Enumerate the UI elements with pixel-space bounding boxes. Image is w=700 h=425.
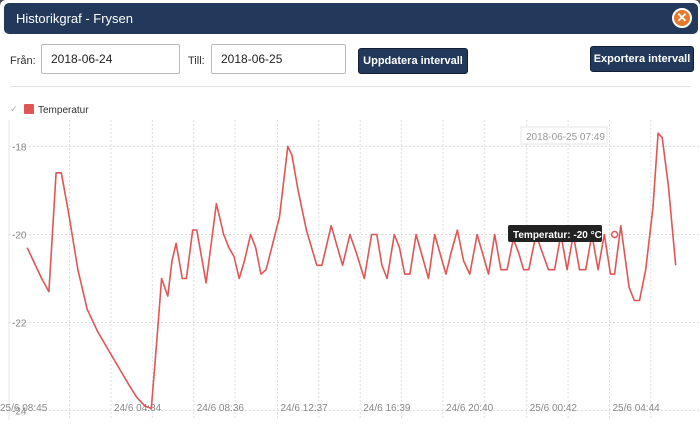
x-tick-label: 24/6 16:39 xyxy=(363,403,411,414)
y-tick-label: -18 xyxy=(12,142,27,153)
x-tick-label: 24/6 20:40 xyxy=(446,403,494,414)
toolbar-divider xyxy=(10,86,690,87)
date-range-toolbar: Från: Till: Uppdatera intervall Exporter… xyxy=(0,38,700,86)
close-icon[interactable]: ✕ xyxy=(672,8,692,28)
highlight-point xyxy=(610,230,619,239)
y-tick-label: -22 xyxy=(12,319,27,330)
legend-series-label: Temperatur xyxy=(38,105,89,116)
from-date-input[interactable] xyxy=(41,44,180,74)
to-label: Till: xyxy=(188,55,205,67)
legend-check-icon: ✓ xyxy=(10,104,18,114)
history-dialog: Historikgraf - Frysen ✕ Från: Till: Uppd… xyxy=(0,0,700,425)
x-tick-label: 25/6 00:42 xyxy=(530,403,578,414)
x-tick-label: 25/6 04:44 xyxy=(612,403,660,414)
dialog-titlebar: Historikgraf - Frysen ✕ xyxy=(4,3,698,34)
series-line-temperatur xyxy=(26,132,677,410)
tooltip: 2018-06-25 07:49 Temperatur: -20 °C xyxy=(508,126,608,242)
x-tick-label: 24/6 08:36 xyxy=(197,403,245,414)
from-label: Från: xyxy=(10,55,36,67)
x-tick-label: 24/6 04:34 xyxy=(114,403,162,414)
export-interval-button[interactable]: Exportera intervall xyxy=(590,46,694,72)
tooltip-header: 2018-06-25 07:49 xyxy=(526,132,605,143)
temperature-chart[interactable]: 24/6 04:34 24/6 08:36 24/6 12:37 24/6 16:39… xyxy=(0,120,700,425)
y-tick-label: -24 xyxy=(12,407,27,418)
legend-swatch xyxy=(24,104,34,114)
tooltip-text: Temperatur: -20 °C xyxy=(513,230,602,241)
x-tick-label: 24/6 12:37 xyxy=(280,403,328,414)
dialog-title: Historikgraf - Frysen xyxy=(16,11,134,26)
y-tick-label: -20 xyxy=(12,230,27,241)
update-interval-button[interactable]: Uppdatera intervall xyxy=(358,48,468,74)
to-date-input[interactable] xyxy=(211,44,346,74)
